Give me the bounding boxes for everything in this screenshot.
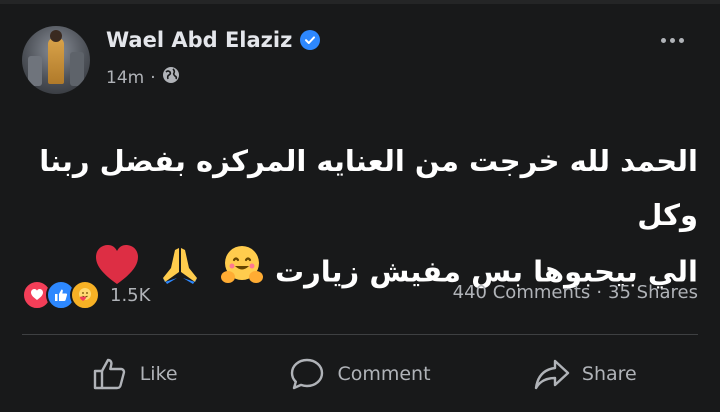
meta-separator: · [150,67,156,88]
actions-divider [22,334,698,335]
globe-icon[interactable] [162,66,180,89]
counts-separator: · [596,282,603,303]
reaction-summary[interactable]: 1.5K [22,280,150,310]
top-divider [0,0,720,4]
like-label: Like [139,363,178,385]
avatar[interactable] [22,26,90,94]
verified-badge-icon [300,30,321,50]
thumbs-up-icon [92,357,128,391]
share-arrow-icon [534,357,570,391]
comment-bubble-icon [289,357,325,391]
comment-button[interactable]: Comment [247,352,472,396]
post-actions: Like Comment Share [22,352,698,396]
like-button[interactable]: Like [22,352,247,396]
share-button[interactable]: Share [473,352,698,396]
more-options-icon[interactable] [654,28,690,52]
post-stats: 1.5K 440 Comments · 35 Shares [22,280,698,310]
engagement-counts: 440 Comments · 35 Shares [453,282,698,303]
comments-count[interactable]: 440 Comments [453,282,591,303]
comment-label: Comment [337,363,431,385]
care-reaction-icon [70,280,100,310]
author-name[interactable]: Wael Abd Elaziz [106,28,292,52]
post-header: Wael Abd Elaziz 14m · [22,26,698,98]
post-meta: 14m · [106,66,180,89]
reaction-count[interactable]: 1.5K [110,285,150,306]
post-time[interactable]: 14m [106,68,144,88]
share-label: Share [581,363,637,385]
post-text-line-1: الحمد لله خرجت من العنايه المركزه بفضل ر… [39,144,698,232]
shares-count[interactable]: 35 Shares [608,282,698,303]
author-row: Wael Abd Elaziz [106,28,321,52]
